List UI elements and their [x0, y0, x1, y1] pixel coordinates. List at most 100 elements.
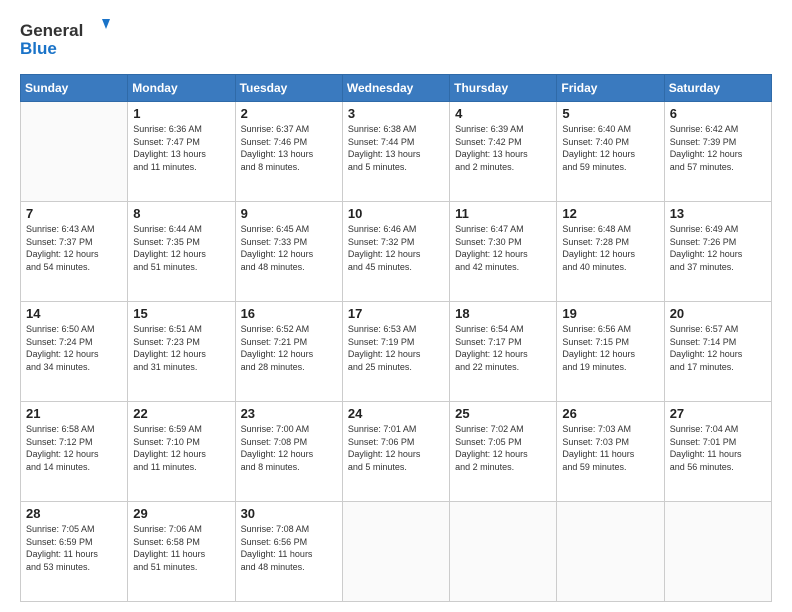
calendar-cell-w3-d2: 15 Sunrise: 6:51 AM Sunset: 7:23 PM Dayli… — [128, 302, 235, 402]
calendar-cell-w2-d1: 7Sunrise: 6:43 AM Sunset: 7:37 PM Daylig… — [21, 202, 128, 302]
week-row-3: 14 Sunrise: 6:50 AM Sunset: 7:24 PM Dayli… — [21, 302, 772, 402]
day-number: 23 — [241, 406, 337, 421]
calendar-cell-w5-d5 — [450, 502, 557, 602]
calendar-cell-w5-d7 — [664, 502, 771, 602]
svg-text:General: General — [20, 21, 83, 40]
day-number: 2 — [241, 106, 337, 121]
day-number: 26 — [562, 406, 658, 421]
day-number: 5 — [562, 106, 658, 121]
calendar-cell-w4-d2: 22Sunrise: 6:59 AM Sunset: 7:10 PM Dayli… — [128, 402, 235, 502]
day-info: Sunrise: 6:40 AM Sunset: 7:40 PM Dayligh… — [562, 123, 658, 173]
calendar-cell-w3-d6: 19 Sunrise: 6:56 AM Sunset: 7:15 PM Dayli… — [557, 302, 664, 402]
day-info: Sunrise: 7:01 AM Sunset: 7:06 PM Dayligh… — [348, 423, 444, 473]
calendar-cell-w3-d1: 14 Sunrise: 6:50 AM Sunset: 7:24 PM Dayli… — [21, 302, 128, 402]
day-number: 20 — [670, 306, 766, 321]
calendar-cell-w4-d5: 25 Sunrise: 7:02 AM Sunset: 7:05 PM Dayli… — [450, 402, 557, 502]
day-info: Sunrise: 6:56 AM Sunset: 7:15 PM Dayligh… — [562, 323, 658, 373]
day-info: Sunrise: 6:53 AM Sunset: 7:19 PM Dayligh… — [348, 323, 444, 373]
day-info: Sunrise: 6:43 AM Sunset: 7:37 PM Dayligh… — [26, 223, 122, 273]
day-info: Sunrise: 7:03 AM Sunset: 7:03 PM Dayligh… — [562, 423, 658, 473]
logo-svg: General Blue — [20, 16, 110, 64]
week-row-2: 7Sunrise: 6:43 AM Sunset: 7:37 PM Daylig… — [21, 202, 772, 302]
day-info: Sunrise: 6:37 AM Sunset: 7:46 PM Dayligh… — [241, 123, 337, 173]
day-info: Sunrise: 7:04 AM Sunset: 7:01 PM Dayligh… — [670, 423, 766, 473]
week-row-1: 1Sunrise: 6:36 AM Sunset: 7:47 PM Daylig… — [21, 102, 772, 202]
day-info: Sunrise: 7:02 AM Sunset: 7:05 PM Dayligh… — [455, 423, 551, 473]
page: General Blue General Blue General Blue — [0, 0, 792, 612]
calendar-cell-w1-d4: 3 Sunrise: 6:38 AM Sunset: 7:44 PM Daylig… — [342, 102, 449, 202]
day-number: 14 — [26, 306, 122, 321]
day-info: Sunrise: 6:50 AM Sunset: 7:24 PM Dayligh… — [26, 323, 122, 373]
day-number: 30 — [241, 506, 337, 521]
calendar-cell-w4-d1: 21Sunrise: 6:58 AM Sunset: 7:12 PM Dayli… — [21, 402, 128, 502]
calendar-cell-w2-d3: 9Sunrise: 6:45 AM Sunset: 7:33 PM Daylig… — [235, 202, 342, 302]
day-number: 12 — [562, 206, 658, 221]
calendar-cell-w4-d3: 23 Sunrise: 7:00 AM Sunset: 7:08 PM Dayli… — [235, 402, 342, 502]
calendar-header-row: SundayMondayTuesdayWednesdayThursdayFrid… — [21, 75, 772, 102]
day-info: Sunrise: 6:52 AM Sunset: 7:21 PM Dayligh… — [241, 323, 337, 373]
header-saturday: Saturday — [664, 75, 771, 102]
day-number: 24 — [348, 406, 444, 421]
day-number: 4 — [455, 106, 551, 121]
header: General Blue General Blue General Blue — [20, 16, 772, 64]
day-number: 29 — [133, 506, 229, 521]
calendar-cell-w5-d4 — [342, 502, 449, 602]
calendar-cell-w2-d4: 10Sunrise: 6:46 AM Sunset: 7:32 PM Dayli… — [342, 202, 449, 302]
calendar-cell-w4-d6: 26 Sunrise: 7:03 AM Sunset: 7:03 PM Dayli… — [557, 402, 664, 502]
calendar-cell-w1-d5: 4 Sunrise: 6:39 AM Sunset: 7:42 PM Daylig… — [450, 102, 557, 202]
day-info: Sunrise: 6:42 AM Sunset: 7:39 PM Dayligh… — [670, 123, 766, 173]
header-sunday: Sunday — [21, 75, 128, 102]
day-info: Sunrise: 6:47 AM Sunset: 7:30 PM Dayligh… — [455, 223, 551, 273]
header-friday: Friday — [557, 75, 664, 102]
header-thursday: Thursday — [450, 75, 557, 102]
day-info: Sunrise: 6:46 AM Sunset: 7:32 PM Dayligh… — [348, 223, 444, 273]
calendar-cell-w5-d6 — [557, 502, 664, 602]
calendar-cell-w4-d7: 27Sunrise: 7:04 AM Sunset: 7:01 PM Dayli… — [664, 402, 771, 502]
calendar-cell-w5-d2: 29 Sunrise: 7:06 AM Sunset: 6:58 PM Dayli… — [128, 502, 235, 602]
calendar-cell-w5-d1: 28Sunrise: 7:05 AM Sunset: 6:59 PM Dayli… — [21, 502, 128, 602]
day-number: 19 — [562, 306, 658, 321]
day-info: Sunrise: 7:06 AM Sunset: 6:58 PM Dayligh… — [133, 523, 229, 573]
day-number: 18 — [455, 306, 551, 321]
header-monday: Monday — [128, 75, 235, 102]
logo-container: General Blue — [20, 16, 110, 64]
calendar-cell-w1-d2: 1Sunrise: 6:36 AM Sunset: 7:47 PM Daylig… — [128, 102, 235, 202]
day-info: Sunrise: 6:54 AM Sunset: 7:17 PM Dayligh… — [455, 323, 551, 373]
calendar-cell-w2-d6: 12 Sunrise: 6:48 AM Sunset: 7:28 PM Dayli… — [557, 202, 664, 302]
day-number: 16 — [241, 306, 337, 321]
day-info: Sunrise: 7:08 AM Sunset: 6:56 PM Dayligh… — [241, 523, 337, 573]
day-number: 9 — [241, 206, 337, 221]
day-info: Sunrise: 6:38 AM Sunset: 7:44 PM Dayligh… — [348, 123, 444, 173]
week-row-4: 21Sunrise: 6:58 AM Sunset: 7:12 PM Dayli… — [21, 402, 772, 502]
day-info: Sunrise: 6:39 AM Sunset: 7:42 PM Dayligh… — [455, 123, 551, 173]
day-number: 25 — [455, 406, 551, 421]
header-tuesday: Tuesday — [235, 75, 342, 102]
calendar-cell-w4-d4: 24 Sunrise: 7:01 AM Sunset: 7:06 PM Dayli… — [342, 402, 449, 502]
calendar-cell-w1-d6: 5 Sunrise: 6:40 AM Sunset: 7:40 PM Daylig… — [557, 102, 664, 202]
day-info: Sunrise: 6:59 AM Sunset: 7:10 PM Dayligh… — [133, 423, 229, 473]
calendar-cell-w3-d3: 16 Sunrise: 6:52 AM Sunset: 7:21 PM Dayli… — [235, 302, 342, 402]
calendar-cell-w3-d5: 18 Sunrise: 6:54 AM Sunset: 7:17 PM Dayli… — [450, 302, 557, 402]
day-info: Sunrise: 6:49 AM Sunset: 7:26 PM Dayligh… — [670, 223, 766, 273]
day-number: 8 — [133, 206, 229, 221]
calendar-cell-w3-d4: 17 Sunrise: 6:53 AM Sunset: 7:19 PM Dayli… — [342, 302, 449, 402]
day-number: 13 — [670, 206, 766, 221]
day-number: 17 — [348, 306, 444, 321]
header-wednesday: Wednesday — [342, 75, 449, 102]
calendar-cell-w2-d5: 11 Sunrise: 6:47 AM Sunset: 7:30 PM Dayli… — [450, 202, 557, 302]
svg-text:Blue: Blue — [20, 39, 57, 58]
day-info: Sunrise: 7:00 AM Sunset: 7:08 PM Dayligh… — [241, 423, 337, 473]
calendar-table: SundayMondayTuesdayWednesdayThursdayFrid… — [20, 74, 772, 602]
calendar-cell-w1-d1 — [21, 102, 128, 202]
calendar-cell-w5-d3: 30 Sunrise: 7:08 AM Sunset: 6:56 PM Dayli… — [235, 502, 342, 602]
calendar-cell-w2-d7: 13 Sunrise: 6:49 AM Sunset: 7:26 PM Dayli… — [664, 202, 771, 302]
day-info: Sunrise: 6:51 AM Sunset: 7:23 PM Dayligh… — [133, 323, 229, 373]
day-info: Sunrise: 6:48 AM Sunset: 7:28 PM Dayligh… — [562, 223, 658, 273]
day-number: 28 — [26, 506, 122, 521]
day-number: 15 — [133, 306, 229, 321]
day-info: Sunrise: 6:44 AM Sunset: 7:35 PM Dayligh… — [133, 223, 229, 273]
day-number: 11 — [455, 206, 551, 221]
day-number: 3 — [348, 106, 444, 121]
calendar-cell-w3-d7: 20Sunrise: 6:57 AM Sunset: 7:14 PM Dayli… — [664, 302, 771, 402]
calendar-cell-w1-d7: 6Sunrise: 6:42 AM Sunset: 7:39 PM Daylig… — [664, 102, 771, 202]
